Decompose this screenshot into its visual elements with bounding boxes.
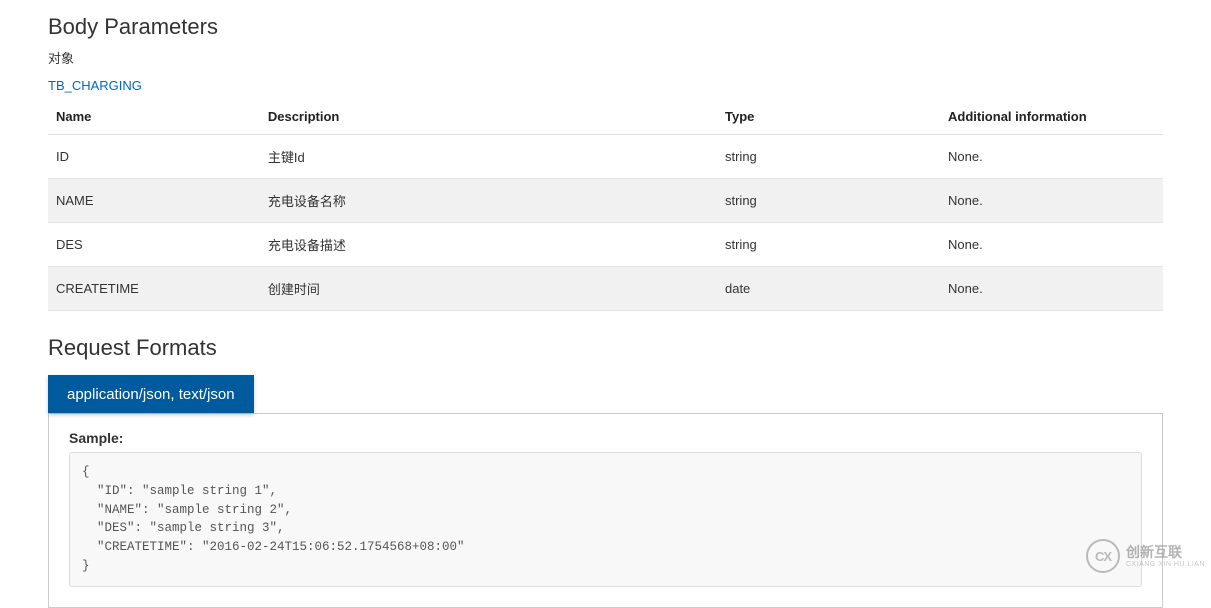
watermark-badge-icon: CX bbox=[1086, 539, 1120, 573]
col-header-type: Type bbox=[717, 99, 940, 135]
watermark-logo: CX 创新互联 CXIANG XIN HU LIAN bbox=[1086, 539, 1205, 573]
cell-name: ID bbox=[48, 135, 260, 179]
cell-type: string bbox=[717, 223, 940, 267]
cell-name: DES bbox=[48, 223, 260, 267]
cell-type: string bbox=[717, 179, 940, 223]
watermark-brand-cn: 创新互联 bbox=[1126, 545, 1205, 559]
col-header-name: Name bbox=[48, 99, 260, 135]
table-row: ID 主键Id string None. bbox=[48, 135, 1163, 179]
col-header-description: Description bbox=[260, 99, 717, 135]
cell-additional: None. bbox=[940, 223, 1163, 267]
body-parameters-table: Name Description Type Additional informa… bbox=[48, 99, 1163, 311]
cell-additional: None. bbox=[940, 135, 1163, 179]
format-tabs: application/json, text/json bbox=[48, 375, 1163, 414]
cell-type: date bbox=[717, 267, 940, 311]
cell-additional: None. bbox=[940, 267, 1163, 311]
format-tab-panel: Sample: { "ID": "sample string 1", "NAME… bbox=[48, 414, 1163, 608]
cell-name: CREATETIME bbox=[48, 267, 260, 311]
cell-description: 充电设备描述 bbox=[260, 223, 717, 267]
cell-description: 充电设备名称 bbox=[260, 179, 717, 223]
cell-type: string bbox=[717, 135, 940, 179]
request-formats-heading: Request Formats bbox=[48, 335, 1163, 361]
cell-description: 创建时间 bbox=[260, 267, 717, 311]
tab-json[interactable]: application/json, text/json bbox=[48, 375, 254, 413]
body-parameters-heading: Body Parameters bbox=[48, 14, 1163, 40]
table-row: CREATETIME 创建时间 date None. bbox=[48, 267, 1163, 311]
table-row: DES 充电设备描述 string None. bbox=[48, 223, 1163, 267]
col-header-additional: Additional information bbox=[940, 99, 1163, 135]
sample-code: { "ID": "sample string 1", "NAME": "samp… bbox=[69, 452, 1142, 587]
sample-label: Sample: bbox=[69, 430, 1142, 446]
table-header-row: Name Description Type Additional informa… bbox=[48, 99, 1163, 135]
watermark-brand-en: CXIANG XIN HU LIAN bbox=[1126, 561, 1205, 568]
cell-additional: None. bbox=[940, 179, 1163, 223]
body-parameters-subtitle: 对象 bbox=[48, 48, 1163, 67]
cell-name: NAME bbox=[48, 179, 260, 223]
table-row: NAME 充电设备名称 string None. bbox=[48, 179, 1163, 223]
cell-description: 主键Id bbox=[260, 135, 717, 179]
model-link[interactable]: TB_CHARGING bbox=[48, 78, 142, 93]
